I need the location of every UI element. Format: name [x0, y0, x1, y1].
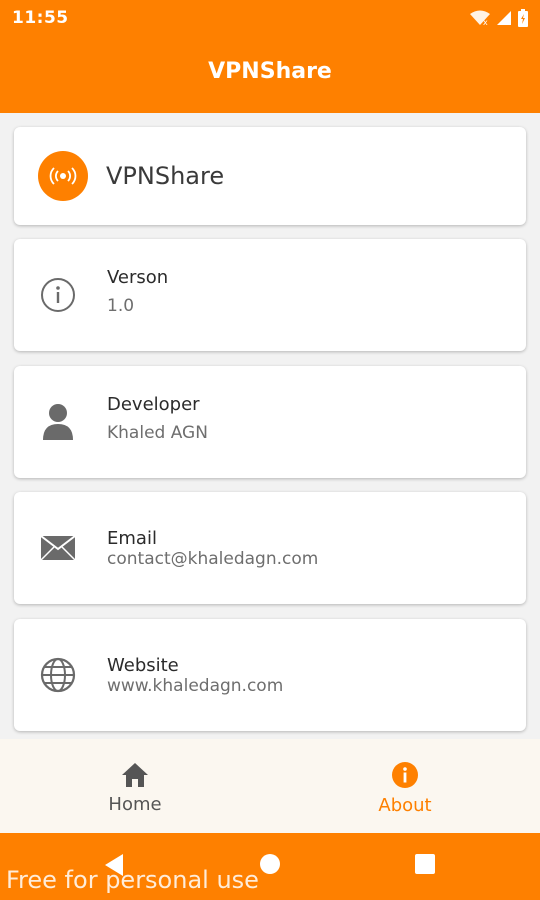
email-card[interactable]: Email contact@khaledagn.com — [14, 492, 526, 604]
about-content[interactable]: VPNShare Verson 1.0 Developer Khaled AGN — [0, 113, 540, 739]
app-name: VPNShare — [106, 162, 225, 190]
website-text: Website www.khaledagn.com — [107, 655, 283, 696]
version-value: 1.0 — [107, 296, 135, 316]
wifi-icon: x — [470, 10, 490, 26]
nav-about-label: About — [378, 794, 432, 816]
version-label: Verson — [107, 267, 169, 288]
version-text: Verson 1.0 — [107, 267, 168, 316]
status-bar: 11:55 x — [0, 0, 540, 36]
app-title: VPNShare — [208, 59, 332, 84]
battery-icon — [518, 9, 528, 27]
website-value[interactable]: www.khaledagn.com — [107, 676, 283, 696]
envelope-icon — [38, 528, 78, 568]
bottom-nav: Home About — [0, 739, 540, 833]
home-icon — [122, 762, 148, 787]
developer-card: Developer Khaled AGN — [14, 366, 526, 478]
status-time: 11:55 — [12, 8, 69, 28]
app-bar: VPNShare — [0, 36, 540, 113]
website-card[interactable]: Website www.khaledagn.com — [14, 619, 526, 731]
nav-home-label: Home — [108, 793, 162, 815]
svg-text:x: x — [483, 18, 488, 26]
developer-label: Developer — [107, 394, 200, 415]
status-icons: x — [470, 9, 528, 27]
app-logo — [38, 151, 88, 201]
email-value[interactable]: contact@khaledagn.com — [107, 549, 318, 569]
person-icon — [38, 402, 78, 442]
website-label: Website — [107, 655, 179, 676]
watermark-text: Free for personal use — [6, 866, 259, 894]
home-circle-icon[interactable] — [259, 853, 281, 875]
email-label: Email — [107, 528, 157, 549]
developer-value: Khaled AGN — [107, 423, 208, 443]
version-card: Verson 1.0 — [14, 239, 526, 351]
recents-icon[interactable] — [414, 853, 436, 875]
email-text: Email contact@khaledagn.com — [107, 528, 318, 569]
nav-item-home[interactable]: Home — [0, 739, 270, 833]
developer-text: Developer Khaled AGN — [107, 394, 208, 443]
info-filled-icon — [392, 761, 418, 788]
nav-item-about[interactable]: About — [270, 739, 540, 833]
globe-icon — [38, 655, 78, 695]
signal-icon — [497, 11, 511, 25]
app-header-card: VPNShare — [14, 127, 526, 225]
info-circle-icon — [38, 275, 78, 315]
broadcast-icon — [49, 167, 77, 185]
